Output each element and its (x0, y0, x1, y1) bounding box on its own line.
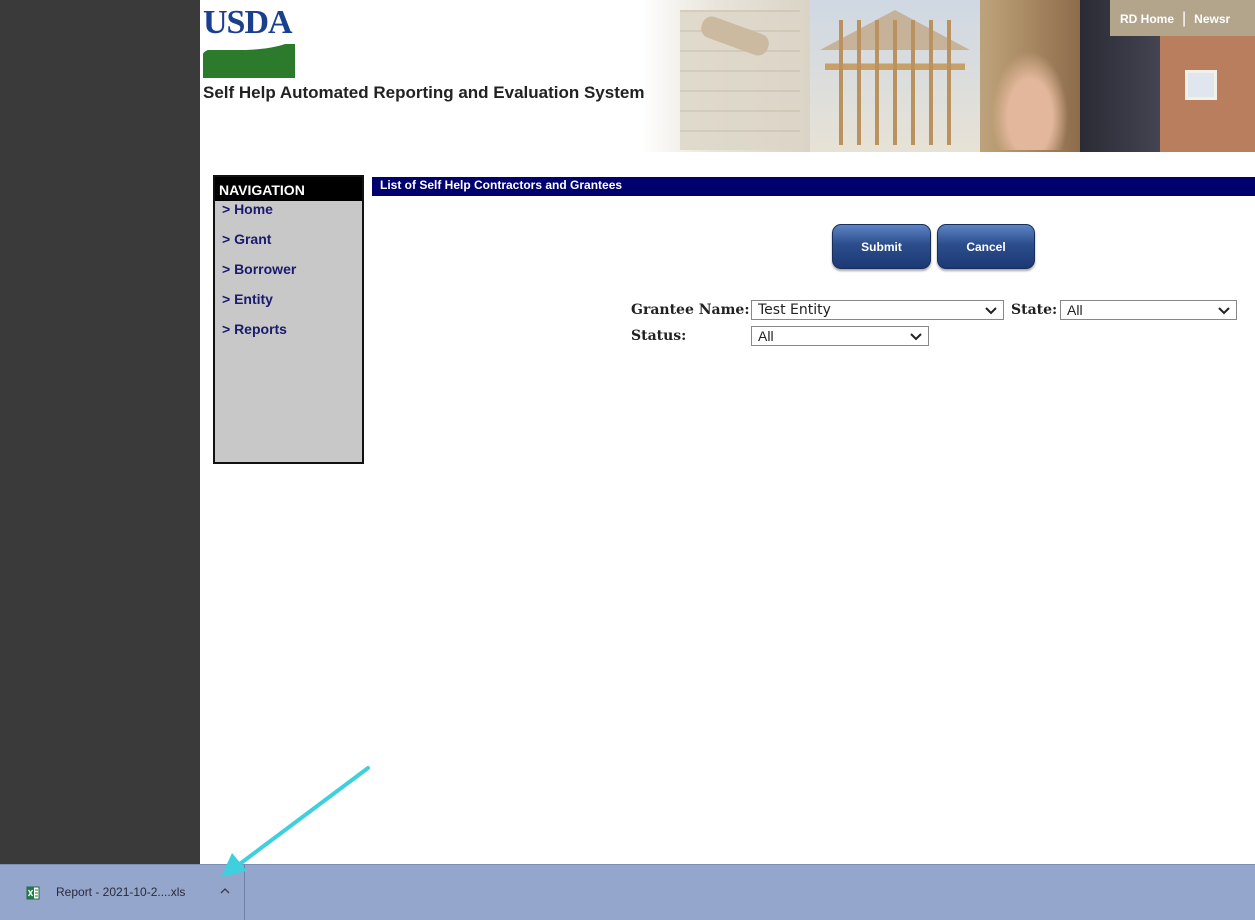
status-select[interactable]: All (751, 326, 929, 346)
nav-item-entity[interactable]: > Entity (215, 291, 362, 321)
grantee-name-select[interactable]: Test Entity (751, 300, 1004, 320)
nav-item-grant[interactable]: > Grant (215, 231, 362, 261)
page-heading: List of Self Help Contractors and Grante… (372, 177, 1255, 196)
download-item[interactable]: Report - 2021-10-2....xls (18, 865, 245, 920)
state-label: State: (1011, 302, 1058, 318)
chevron-up-icon[interactable] (215, 881, 235, 901)
usda-logo[interactable]: USDA (203, 4, 298, 78)
nav-item-reports[interactable]: > Reports (215, 321, 362, 351)
chevron-down-icon (985, 302, 997, 318)
cancel-button[interactable]: Cancel (937, 224, 1035, 269)
grantee-name-label: Grantee Name: (631, 302, 750, 318)
left-gutter (0, 0, 200, 864)
link-separator: | (1182, 10, 1187, 27)
status-value: All (758, 328, 774, 344)
usda-logo-text: USDA (203, 4, 293, 41)
grantee-name-value: Test Entity (758, 302, 831, 318)
link-newsroom[interactable]: Newsr (1194, 12, 1230, 26)
link-rd-home[interactable]: RD Home (1120, 12, 1174, 26)
top-links: RD Home | Newsr (1110, 0, 1255, 36)
banner-hand-with-keys (985, 40, 1075, 150)
chevron-down-icon (910, 328, 922, 344)
nav-item-borrower[interactable]: > Borrower (215, 261, 362, 291)
navigation-panel: NAVIGATION > Home > Grant > Borrower > E… (213, 175, 364, 464)
banner-house-frame (825, 20, 965, 145)
annotation-arrow-icon (221, 766, 370, 877)
state-value: All (1067, 302, 1083, 318)
excel-file-icon (26, 886, 40, 900)
download-bar: Report - 2021-10-2....xls (0, 864, 1255, 920)
site-title: Self Help Automated Reporting and Evalua… (203, 83, 645, 102)
status-label: Status: (631, 328, 687, 344)
state-select[interactable]: All (1060, 300, 1237, 320)
navigation-title: NAVIGATION (215, 177, 362, 201)
download-file-name: Report - 2021-10-2....xls (56, 885, 186, 899)
submit-button[interactable]: Submit (832, 224, 931, 269)
logo-wave (203, 36, 295, 78)
chevron-down-icon (1218, 302, 1230, 318)
nav-item-home[interactable]: > Home (215, 201, 362, 231)
banner-window (1185, 70, 1217, 100)
